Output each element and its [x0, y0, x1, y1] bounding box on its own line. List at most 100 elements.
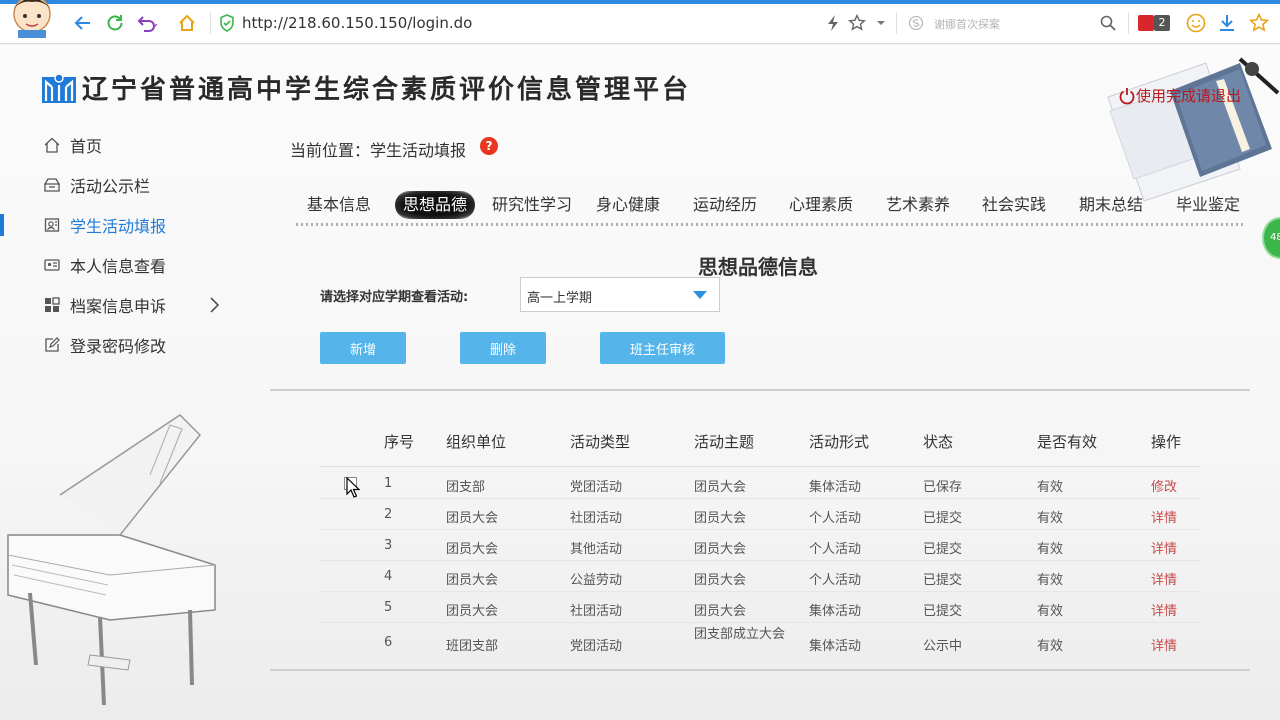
- cell-index: 5: [384, 600, 393, 615]
- sidebar-item-label: 学生活动填报: [70, 217, 167, 236]
- site-title: 辽宁省普通高中学生综合素质评价信息管理平台: [82, 75, 692, 105]
- table-row: 2 团员大会 社团活动 团员大会 个人活动 已提交 有效 详情: [320, 499, 1200, 530]
- tab-strip: [0, 0, 1280, 4]
- chevron-down-icon[interactable]: [870, 12, 892, 34]
- search-engine-icon: [908, 15, 924, 31]
- logout-link[interactable]: 使用完成请退出: [1118, 85, 1241, 106]
- extension-badge[interactable]: 2: [1138, 15, 1172, 31]
- col-header: 状态: [923, 433, 954, 451]
- sidebar-item-appeal[interactable]: 档案信息申诉: [0, 285, 240, 325]
- cell-org: 团员大会: [446, 604, 499, 619]
- cell-status: 已提交: [923, 511, 963, 526]
- cell-valid: 有效: [1037, 480, 1064, 495]
- back-icon[interactable]: [72, 12, 94, 34]
- tab-term-summary[interactable]: 期末总结: [1079, 191, 1143, 219]
- download-icon[interactable]: [1216, 12, 1238, 34]
- star-bookmark-icon[interactable]: [846, 12, 868, 34]
- tab-graduation[interactable]: 毕业鉴定: [1176, 191, 1240, 219]
- tab-social-practice[interactable]: 社会实践: [982, 191, 1046, 219]
- cell-form: 集体活动: [809, 604, 862, 619]
- cell-index: 4: [384, 569, 393, 584]
- dropdown-caret-icon: [693, 291, 707, 299]
- details-link[interactable]: 详情: [1151, 507, 1177, 526]
- add-button[interactable]: 新增: [320, 332, 406, 364]
- smiley-icon[interactable]: [1185, 12, 1207, 34]
- power-icon: [1119, 87, 1135, 104]
- table-row: 4 团员大会 公益劳动 团员大会 个人活动 已提交 有效 详情: [320, 561, 1200, 592]
- cell-theme: 团员大会: [694, 604, 747, 619]
- tab-art[interactable]: 艺术素养: [886, 191, 950, 219]
- details-link[interactable]: 详情: [1151, 600, 1177, 619]
- chevron-right-icon[interactable]: [208, 295, 220, 315]
- semester-select[interactable]: 高一上学期: [520, 277, 720, 312]
- sidebar-item-home[interactable]: 首页: [0, 125, 240, 165]
- details-link[interactable]: 详情: [1151, 635, 1177, 654]
- cell-org: 团员大会: [446, 573, 499, 588]
- cell-org: 班团支部: [446, 639, 499, 654]
- col-header: 组织单位: [446, 433, 507, 451]
- details-link[interactable]: 详情: [1151, 569, 1177, 588]
- sidebar-item-bulletin[interactable]: 活动公示栏: [0, 165, 240, 205]
- favorites-star-icon[interactable]: [1248, 12, 1270, 34]
- tab-physical-health[interactable]: 身心健康: [596, 191, 660, 219]
- table-row: 1 团支部 党团活动 团员大会 集体活动 已保存 有效 修改: [320, 468, 1200, 499]
- cell-type: 党团活动: [570, 639, 623, 654]
- undo-icon[interactable]: [136, 12, 158, 34]
- tab-moral-character[interactable]: 思想品德: [395, 191, 476, 219]
- tab-basic-info[interactable]: 基本信息: [307, 191, 371, 219]
- lightning-icon[interactable]: [822, 12, 844, 34]
- search-placeholder: 谢娜首次探案: [934, 18, 1000, 31]
- decorative-book-illustration: [1107, 57, 1280, 202]
- sidebar-item-label: 登录密码修改: [70, 337, 167, 356]
- tab-psychology[interactable]: 心理素质: [789, 191, 853, 219]
- toolbar-separator: [1128, 12, 1129, 34]
- semester-value: 高一上学期: [527, 291, 593, 306]
- cell-index: 3: [384, 538, 393, 553]
- divider: [270, 669, 1250, 671]
- id-card-icon: [42, 255, 62, 275]
- details-link[interactable]: 详情: [1151, 538, 1177, 557]
- col-header: 是否有效: [1037, 433, 1098, 451]
- cell-type: 社团活动: [570, 511, 623, 526]
- cell-valid: 有效: [1037, 511, 1064, 526]
- cell-status: 已提交: [923, 573, 963, 588]
- cell-theme: 团员大会: [694, 480, 747, 495]
- teacher-review-button[interactable]: 班主任审核: [600, 332, 725, 364]
- search-box[interactable]: 谢娜首次探案: [898, 9, 1122, 37]
- sidebar-item-label: 首页: [70, 137, 103, 156]
- address-bar[interactable]: http://218.60.150.150/login.do: [242, 14, 472, 32]
- sidebar-item-password[interactable]: 登录密码修改: [0, 325, 240, 365]
- cell-form: 集体活动: [809, 480, 862, 495]
- help-icon[interactable]: ?: [480, 137, 499, 155]
- tab-sports[interactable]: 运动经历: [693, 191, 757, 219]
- online-badge[interactable]: 48: [1262, 217, 1280, 259]
- cell-form: 个人活动: [809, 511, 862, 526]
- edit-link[interactable]: 修改: [1151, 476, 1177, 495]
- refresh-icon[interactable]: [104, 12, 126, 34]
- browser-toolbar: http://218.60.150.150/login.do 谢娜首次探案 2: [0, 0, 1280, 44]
- breadcrumb: 当前位置：学生活动填报 ?: [290, 137, 499, 161]
- grid-icon: [42, 295, 62, 315]
- cell-index: 6: [384, 635, 393, 650]
- sidebar-item-student-activity[interactable]: 学生活动填报: [0, 205, 240, 245]
- search-icon[interactable]: [1100, 15, 1116, 31]
- cell-theme: 团员大会: [694, 573, 747, 588]
- cell-index: 2: [384, 507, 393, 522]
- cell-status: 已提交: [923, 604, 963, 619]
- cell-type: 党团活动: [570, 480, 623, 495]
- delete-button[interactable]: 删除: [460, 332, 546, 364]
- tab-research-study[interactable]: 研究性学习: [492, 191, 572, 219]
- home-icon[interactable]: [176, 12, 198, 34]
- profile-avatar-icon[interactable]: [4, 0, 60, 38]
- cell-theme: 团支部成立大会: [694, 627, 786, 642]
- cell-valid: 有效: [1037, 604, 1064, 619]
- secure-shield-icon[interactable]: [216, 12, 238, 34]
- toolbar-separator: [896, 12, 897, 34]
- bulletin-icon: [42, 175, 62, 195]
- cell-org: 团员大会: [446, 511, 499, 526]
- cell-index: 1: [384, 476, 393, 491]
- col-header: 活动形式: [809, 433, 870, 451]
- divider: [270, 389, 1250, 391]
- sidebar-item-my-info[interactable]: 本人信息查看: [0, 245, 240, 285]
- table-row: 6 班团支部 党团活动 团支部成立大会 集体活动 公示中 有效 详情: [320, 623, 1200, 663]
